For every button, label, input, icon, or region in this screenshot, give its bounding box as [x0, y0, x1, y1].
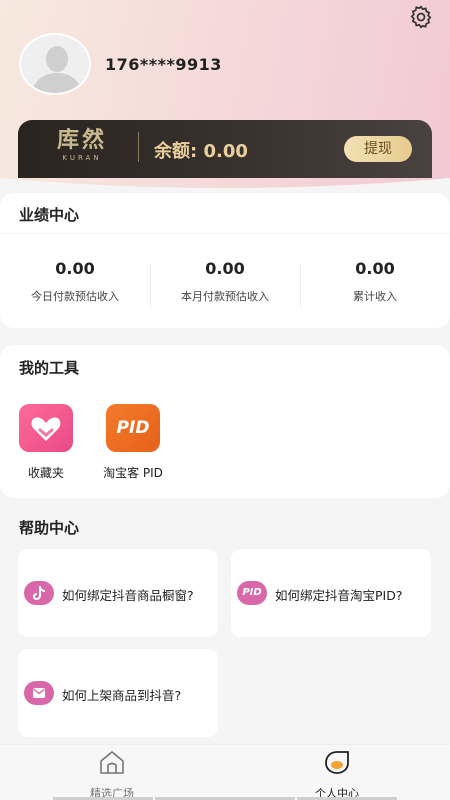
stat-today[interactable]: 0.00 今日付款预估收入 [0, 258, 150, 304]
stat-value: 0.00 [55, 259, 95, 278]
stat-value: 0.00 [355, 259, 395, 278]
tool-label: 收藏夹 [27, 466, 64, 480]
avatar[interactable] [19, 33, 91, 95]
profile-icon [325, 751, 349, 774]
tool-favorites[interactable]: 收藏夹 [19, 404, 73, 481]
brand-logo: 库然 KURAN [52, 126, 112, 162]
divider [0, 233, 450, 234]
help-card[interactable]: 如何上架商品到抖音? [18, 649, 218, 737]
stat-label: 今日付款预估收入 [31, 290, 119, 303]
stat-label: 本月付款预估收入 [181, 290, 269, 303]
card-divider [138, 132, 139, 162]
pid-icon-text: PID [116, 418, 150, 438]
bottom-tab-bar: 精选广场 个人中心 [0, 744, 450, 800]
tab-profile[interactable]: 个人中心 [277, 749, 397, 800]
help-question: 如何绑定抖音淘宝PID? [275, 588, 403, 603]
balance-amount: 余额: 0.00 [154, 141, 248, 162]
header-curve [0, 178, 450, 194]
brand-name-cn: 库然 [56, 127, 107, 153]
tools-title: 我的工具 [19, 359, 80, 377]
pid-icon: PID [237, 581, 267, 605]
brand-name-en: KURAN [62, 154, 102, 162]
withdraw-button[interactable]: 提现 [344, 136, 412, 162]
stat-total[interactable]: 0.00 累计收入 [300, 258, 450, 304]
pid-icon: PID [106, 404, 160, 452]
heart-icon [19, 404, 73, 452]
stat-month[interactable]: 0.00 本月付款预估收入 [150, 258, 300, 304]
help-card[interactable]: 如何绑定抖音商品橱窗? [18, 549, 218, 637]
help-title: 帮助中心 [19, 519, 80, 537]
tool-label: 淘宝客 PID [103, 466, 163, 480]
help-card[interactable]: PID 如何绑定抖音淘宝PID? [231, 549, 431, 637]
performance-title: 业绩中心 [19, 206, 80, 224]
gear-icon[interactable] [408, 4, 434, 30]
help-question: 如何上架商品到抖音? [62, 688, 182, 703]
stat-label: 累计收入 [353, 290, 397, 303]
help-question: 如何绑定抖音商品橱窗? [62, 588, 194, 603]
home-icon [100, 751, 124, 774]
stat-value: 0.00 [205, 259, 245, 278]
tool-pid[interactable]: PID 淘宝客 PID [96, 404, 170, 481]
tab-home[interactable]: 精选广场 [52, 749, 172, 800]
tiktok-icon [24, 581, 54, 605]
mail-icon [24, 681, 54, 705]
user-phone: 176****9913 [105, 55, 222, 74]
